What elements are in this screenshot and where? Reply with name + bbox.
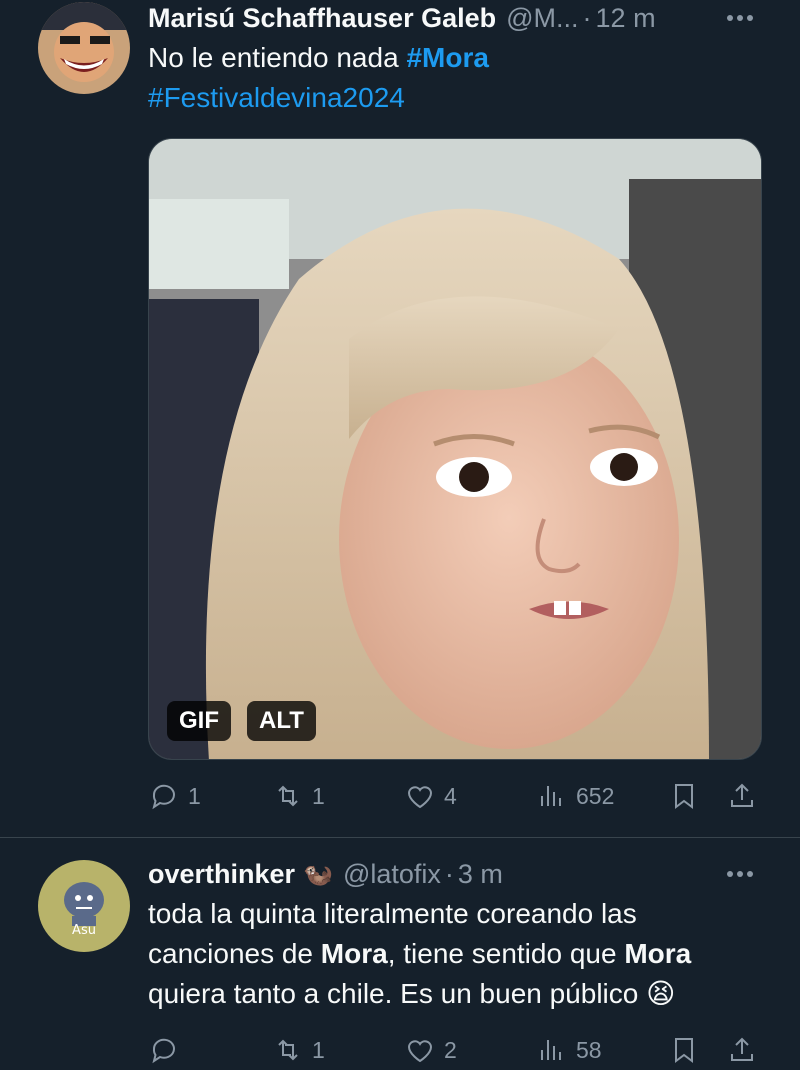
like-button[interactable]: 4	[404, 776, 457, 816]
alt-badge[interactable]: ALT	[247, 701, 316, 741]
views-count: 58	[576, 1036, 602, 1063]
retweet-icon	[278, 1039, 298, 1061]
bookmark-button[interactable]	[668, 1030, 700, 1070]
avatar[interactable]	[38, 2, 130, 94]
keyword-highlight: Mora	[624, 938, 692, 969]
share-icon	[731, 783, 753, 807]
bookmark-icon	[675, 1038, 693, 1063]
avatar-label: Asu	[72, 923, 96, 938]
tweet[interactable]: Marisú Schaffhauser Galeb @M... · 12 m N…	[0, 0, 800, 838]
views-count: 652	[576, 782, 615, 809]
display-name[interactable]: overthinker	[148, 859, 295, 890]
like-count: 2	[444, 1036, 457, 1063]
share-button[interactable]	[726, 776, 758, 816]
gif-image	[149, 139, 761, 759]
tweet-text: toda la quinta literalmente coreando las…	[148, 894, 760, 1014]
username[interactable]: @latofix	[343, 859, 441, 890]
tired-face-emoji: 😫	[646, 977, 676, 1010]
views-button[interactable]: 58	[536, 1030, 602, 1070]
avatar-image	[38, 2, 130, 94]
like-button[interactable]: 2	[404, 1030, 457, 1070]
tweet-text-part: , tiene sentido que	[387, 938, 625, 969]
reply-button[interactable]	[148, 1030, 188, 1070]
views-icon	[541, 786, 561, 806]
reply-count: 1	[188, 782, 201, 809]
tweet-text-part: No le entiendo nada	[148, 42, 407, 73]
retweet-button[interactable]: 1	[272, 1030, 325, 1070]
reply-icon	[152, 1038, 175, 1064]
name-emoji: 🦦	[303, 860, 333, 888]
views-icon	[541, 1040, 561, 1060]
gif-media[interactable]: GIF ALT	[148, 138, 762, 760]
retweet-count: 1	[312, 782, 325, 809]
share-icon	[731, 1037, 753, 1061]
bookmark-icon	[675, 784, 693, 809]
separator-dot: ·	[582, 2, 592, 33]
avatar-image	[38, 860, 130, 952]
tweet-text: No le entiendo nada #Mora #Festivaldevin…	[148, 38, 760, 118]
like-icon	[407, 1040, 433, 1063]
hashtag-link[interactable]: #Festivaldevina2024	[148, 82, 405, 113]
like-icon	[407, 786, 433, 809]
tweet-actions: 1 2 58	[148, 1030, 760, 1070]
hashtag-link[interactable]: #Mora	[406, 42, 488, 73]
like-count: 4	[444, 782, 457, 809]
reply-button[interactable]: 1	[148, 776, 201, 816]
timestamp[interactable]: 3 m	[458, 859, 503, 890]
retweet-button[interactable]: 1	[272, 776, 325, 816]
more-icon[interactable]	[720, 0, 760, 36]
reply-icon	[152, 784, 175, 810]
avatar[interactable]: Asu	[38, 860, 130, 952]
retweet-count: 1	[312, 1036, 325, 1063]
more-icon[interactable]	[720, 856, 760, 892]
bookmark-button[interactable]	[668, 776, 700, 816]
gif-badge[interactable]: GIF	[167, 701, 231, 741]
retweet-icon	[278, 785, 298, 807]
username[interactable]: @M...	[506, 3, 578, 34]
tweet[interactable]: Asu overthinker 🦦 @latofix · 3 m toda la…	[0, 838, 800, 1064]
keyword-highlight: Mora	[320, 938, 388, 969]
tweet-actions: 1 1 4 652	[148, 776, 760, 816]
timestamp[interactable]: 12 m	[596, 3, 656, 34]
tweet-text-part: quiera tanto a chile. Es un buen público	[148, 978, 647, 1009]
display-name[interactable]: Marisú Schaffhauser Galeb	[148, 3, 496, 34]
views-button[interactable]: 652	[536, 776, 614, 816]
separator-dot: ·	[444, 858, 454, 889]
share-button[interactable]	[726, 1030, 758, 1070]
